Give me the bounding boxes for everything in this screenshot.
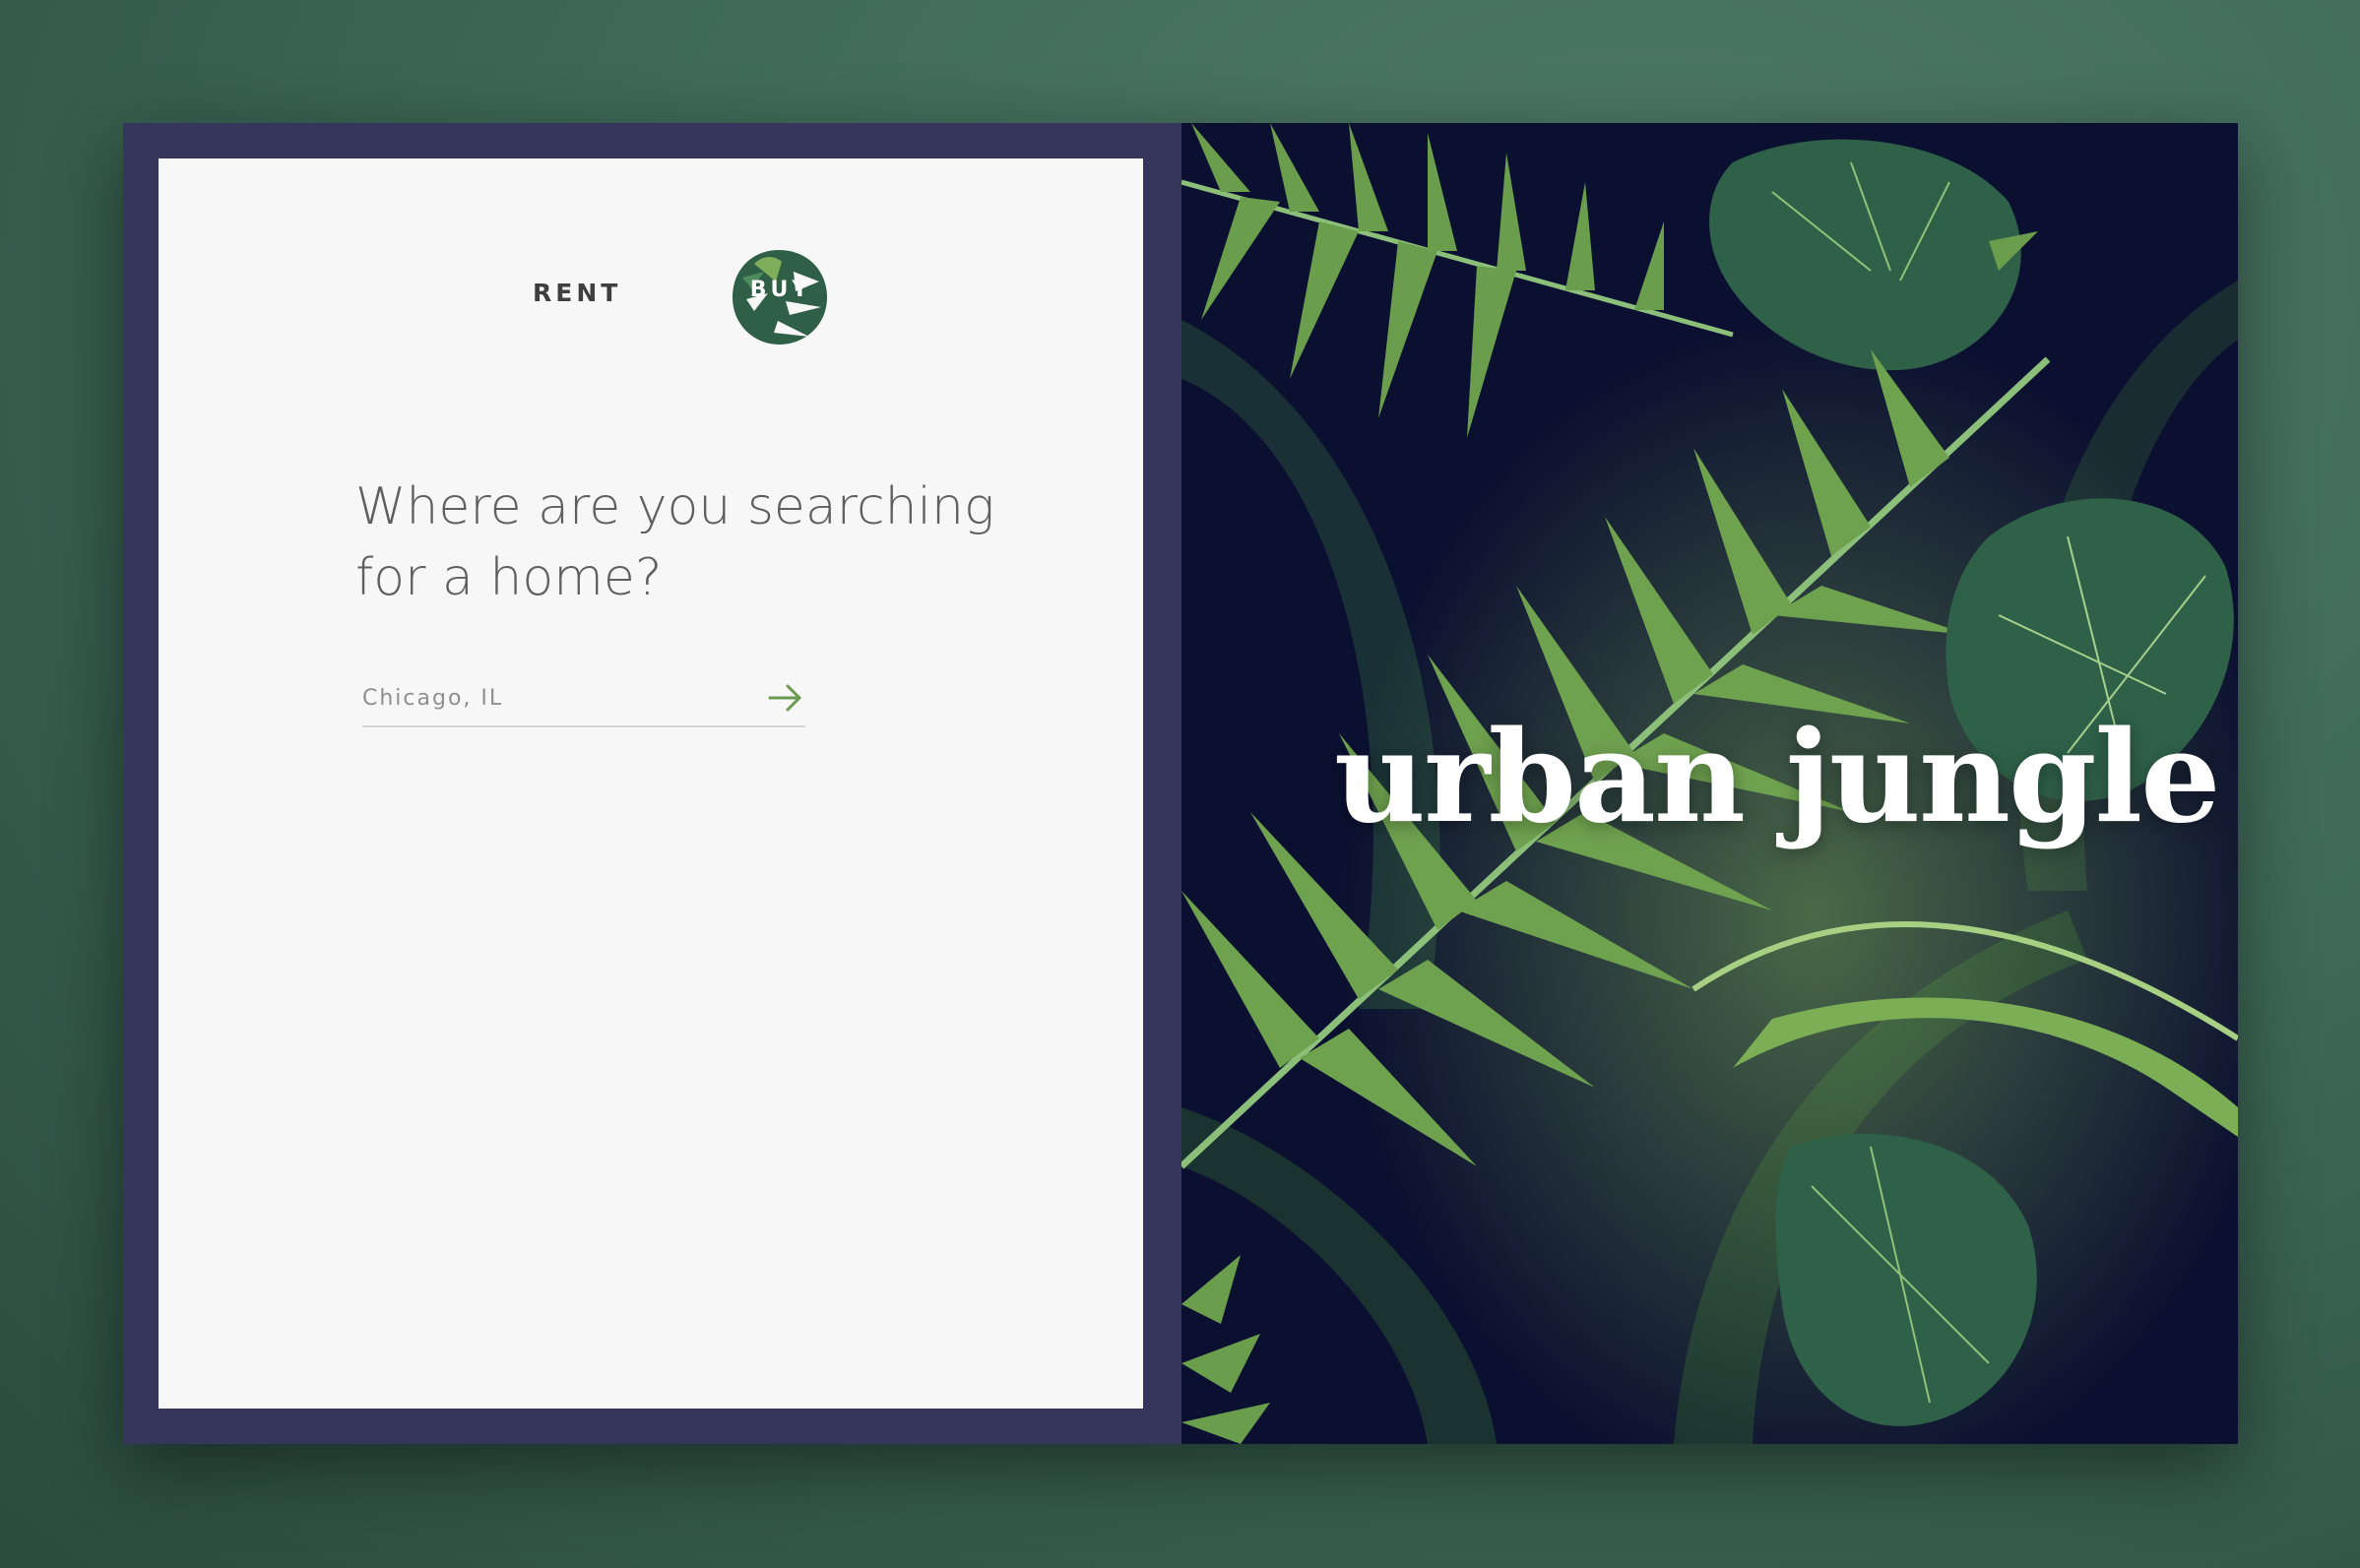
headline-line-2: for a home? — [355, 548, 663, 607]
tab-rent[interactable]: RENT — [533, 279, 621, 307]
arrow-right-icon — [768, 684, 801, 712]
headline-line-1: Where are you searching — [355, 477, 995, 536]
tab-buy-label: BUY — [749, 278, 812, 302]
search-submit-button[interactable] — [766, 680, 805, 716]
tab-buy[interactable]: BUY — [725, 242, 833, 350]
hero-panel: urban jungle — [1181, 123, 2238, 1444]
search-panel: RENT BUY Where are you searching for a h… — [159, 158, 1143, 1409]
search-headline: Where are you searching for a home? — [355, 471, 1064, 613]
location-search — [362, 670, 805, 727]
search-frame: RENT BUY Where are you searching for a h… — [123, 123, 1181, 1444]
app-card: RENT BUY Where are you searching for a h… — [123, 123, 2238, 1444]
location-input[interactable] — [362, 678, 736, 718]
brand-title: urban jungle — [1334, 704, 2221, 851]
